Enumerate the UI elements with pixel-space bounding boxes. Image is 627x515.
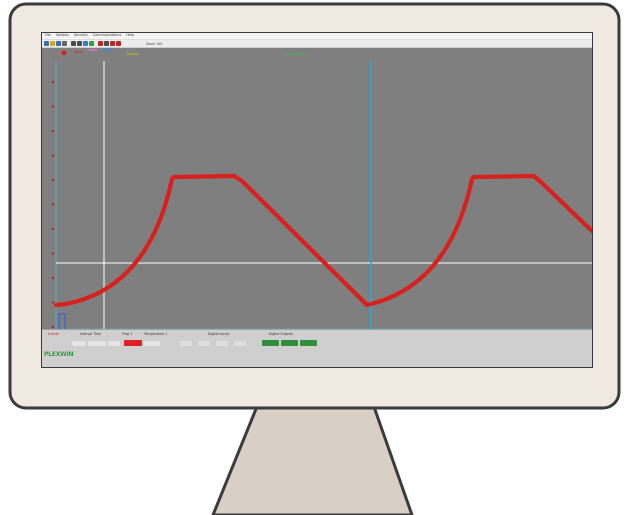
y-tick-mark [52,81,54,83]
temperature-trace [53,173,592,308]
zoom-out-icon[interactable] [77,41,82,46]
y-tick-mark [52,179,54,181]
trace-label: Temp [74,50,83,54]
temperature-field [144,341,160,346]
input-3 [216,341,228,346]
grid-icon[interactable] [104,41,109,46]
program-status-alarm[interactable] [124,340,142,346]
input-2 [198,341,210,346]
y-tick-mark [52,105,54,108]
process-value-label: Process Value [285,52,307,56]
caption-temperature: Temperature 1 [144,332,168,336]
y-tick-mark [52,130,54,132]
chart-svg [52,61,592,329]
app-screen: File Options Security Communications Hel… [41,32,593,368]
caption-events: Events [48,332,59,336]
cursor-icon[interactable] [98,41,103,46]
output-3[interactable] [300,340,317,346]
menu-help[interactable]: Help [126,33,134,37]
y-tick-mark [52,228,54,230]
stop-icon[interactable] [116,41,121,46]
menu-bar: File Options Security Communications Hel… [42,33,592,40]
y-tick-mark [52,203,54,206]
input-4 [234,341,246,346]
reset-icon[interactable] [89,41,94,46]
y-tick-mark [52,326,54,328]
monitor-stand [211,402,414,515]
hold-field [108,341,120,346]
marker-blue [104,49,112,51]
record-icon[interactable] [110,41,115,46]
y-tick-mark [52,154,54,157]
open-icon[interactable] [50,41,55,46]
pan-icon[interactable] [83,41,88,46]
input-1 [180,341,192,346]
interval-field [88,341,106,346]
zoom-in-icon[interactable] [71,41,76,46]
new-icon[interactable] [44,41,49,46]
status-panel: Events Interval Time Prog 1 Temperature … [42,329,592,367]
y-tick-mark [52,277,54,279]
caption-digital-outputs: Digital Outputs [269,332,294,336]
toolbar: Zoom 100 [42,40,592,48]
output-2[interactable] [281,340,298,346]
menu-options[interactable]: Options [56,33,69,37]
chart-header: Temp Setpoint Process Value [42,48,592,62]
chart-plot-area[interactable] [42,61,592,329]
caption-prog: Prog 1 [122,332,133,336]
marker-red [62,51,66,55]
output-1[interactable] [262,340,279,346]
brand-logo: PLEXWIN [44,351,74,358]
setpoint-label: Setpoint [126,52,140,56]
caption-interval: Interval Time [80,332,102,336]
events-field [72,341,86,346]
start-marker [58,313,66,329]
menu-file[interactable]: File [45,33,51,37]
zoom-label: Zoom 100 [146,41,163,46]
y-tick-mark [52,301,54,304]
y-tick-mark [52,252,54,255]
save-icon[interactable] [56,41,61,46]
menu-security[interactable]: Security [74,33,88,37]
caption-digital-inputs: Digital Inputs [208,332,230,336]
marker-pink [89,49,97,51]
print-icon[interactable] [62,41,67,46]
menu-communications[interactable]: Communications [93,33,122,37]
